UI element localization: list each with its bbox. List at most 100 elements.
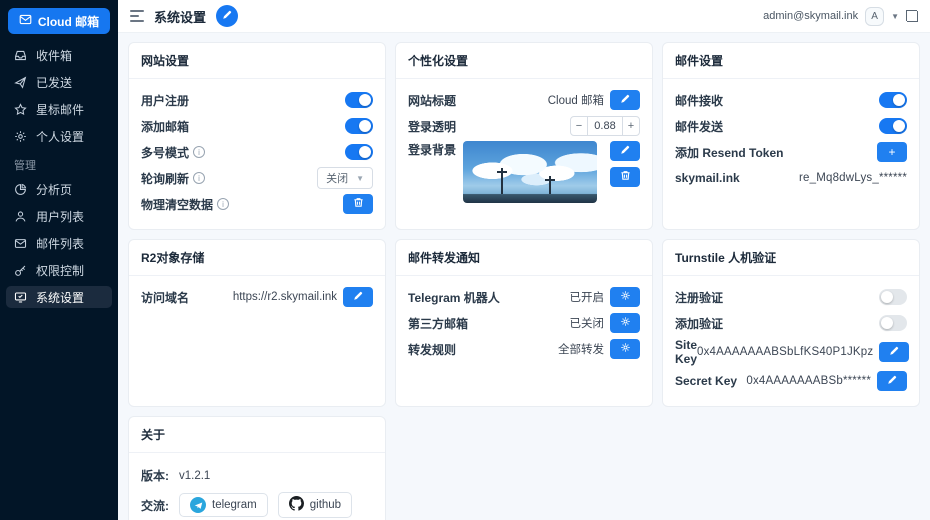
add-verify-toggle[interactable] [879,315,907,331]
add-mailbox-toggle[interactable] [345,118,373,134]
edit-r2-domain-button[interactable] [343,287,373,307]
telegram-bot-status: 已开启 [569,292,605,304]
telegram-link-button[interactable]: telegram [179,493,268,517]
info-icon[interactable]: i [193,172,206,184]
add-resend-token-button[interactable]: + [877,142,907,162]
setting-label: 物理清空数据 [141,197,214,212]
edit-title-button[interactable] [216,5,239,27]
edit-secret-key-button[interactable] [877,371,907,391]
setting-label: 邮件发送 [675,119,724,134]
setting-row-forward-rule: 转发规则 全部转发 [408,338,640,360]
sidebar-item-label: 邮件列表 [36,236,85,251]
collapse-sidebar-icon[interactable] [130,10,144,22]
sidebar-item-label: 用户列表 [36,209,85,224]
brand-button[interactable]: Cloud 邮箱 [8,8,110,34]
site-title-value: Cloud 邮箱 [547,95,604,107]
setting-label: 轮询刷新 [141,171,190,186]
setting-row-secret-key: Secret Key 0x4AAAAAAABSb****** [675,370,907,392]
register-verify-toggle[interactable] [879,289,907,305]
sidebar-item-permissions[interactable]: 权限控制 [6,259,112,281]
sidebar-item-inbox[interactable]: 收件箱 [6,44,112,66]
github-icon [288,496,304,514]
setting-row-telegram-bot: Telegram 机器人 已开启 [408,286,640,308]
pencil-icon [222,7,232,25]
setting-row-purge-data: 物理清空数据 i [141,193,373,215]
sidebar-item-sent[interactable]: 已发送 [6,71,112,93]
sidebar-item-label: 星标邮件 [36,102,85,117]
pencil-icon [889,345,899,359]
contact-label: 交流: [141,498,169,513]
setting-label: 转发规则 [408,342,457,357]
setting-row-token-domain: skymail.ink re_Mq8dwLys_****** [675,167,907,189]
star-icon [14,102,27,116]
setting-label: Secret Key [675,374,738,388]
third-party-status: 已关闭 [569,318,605,330]
info-icon[interactable]: i [193,146,206,158]
card-turnstile: Turnstile 人机验证 注册验证 添加验证 Site Key 0x4AAA… [662,239,920,407]
card-title: 个性化设置 [396,43,652,79]
setting-label: 注册验证 [675,290,724,305]
setting-label: 第三方邮箱 [408,316,469,331]
pencil-icon [887,374,897,388]
login-background-image [463,141,597,203]
setting-label: 用户注册 [141,93,190,108]
delete-background-button[interactable] [610,167,640,187]
mail-icon [19,13,32,29]
key-icon [14,264,27,277]
stepper-value[interactable]: 0.88 [588,116,622,136]
sidebar-item-analytics[interactable]: 分析页 [6,178,112,200]
sidebar-item-label: 已发送 [36,75,73,90]
purge-data-button[interactable] [343,194,373,214]
sidebar-item-user-list[interactable]: 用户列表 [6,205,112,227]
send-icon [14,76,27,89]
third-party-settings-button[interactable] [610,313,640,333]
chevron-down-icon: ▼ [356,173,364,183]
setting-label: 添加邮箱 [141,119,190,134]
user-register-toggle[interactable] [345,92,373,108]
edit-site-title-button[interactable] [610,90,640,110]
sidebar-item-starred[interactable]: 星标邮件 [6,98,112,120]
setting-row-login-opacity: 登录透明 − 0.88 + [408,115,640,137]
monitor-icon [14,291,27,304]
about-version-row: 版本: v1.2.1 [141,467,373,484]
setting-row-login-background: 登录背景 [408,141,640,203]
github-link-button[interactable]: github [277,492,353,518]
telegram-bot-settings-button[interactable] [610,287,640,307]
r2-domain-value: https://r2.skymail.ink [232,291,337,303]
setting-row-add-verify: 添加验证 [675,312,907,334]
setting-row-add-mailbox: 添加邮箱 [141,115,373,137]
card-r2-storage: R2对象存储 访问域名 https://r2.skymail.ink [128,239,386,407]
pencil-icon [620,144,630,158]
sidebar-item-personal-settings[interactable]: 个人设置 [6,125,112,147]
telegram-icon [190,497,206,513]
caret-down-icon[interactable]: ▼ [891,12,899,21]
fullscreen-icon[interactable] [906,10,918,22]
forward-rule-settings-button[interactable] [610,339,640,359]
setting-label: 多号模式 [141,145,190,160]
secret-key-value: 0x4AAAAAAABSb****** [746,375,871,387]
edit-background-button[interactable] [610,141,640,161]
inbox-icon [14,49,27,62]
pie-chart-icon [14,183,27,196]
pencil-icon [620,93,630,107]
multi-account-toggle[interactable] [345,144,373,160]
login-opacity-stepper: − 0.88 + [570,116,640,136]
edit-site-key-button[interactable] [879,342,910,362]
sidebar-item-label: 系统设置 [36,290,85,305]
avatar[interactable]: A [865,6,885,26]
sidebar-item-label: 个人设置 [36,129,85,144]
stepper-decrease-button[interactable]: − [570,116,588,136]
mail-send-toggle[interactable] [879,118,907,134]
polling-refresh-select[interactable]: 关闭 ▼ [317,167,373,189]
mail-receive-toggle[interactable] [879,92,907,108]
gear-icon [14,130,27,143]
sidebar-item-label: 分析页 [36,182,73,197]
stepper-increase-button[interactable]: + [622,116,640,136]
info-icon[interactable]: i [217,198,230,210]
gear-icon [620,316,631,330]
setting-label: skymail.ink [675,171,740,185]
mail-icon [14,237,27,250]
top-header: 系统设置 admin@skymail.ink A ▼ [118,0,930,33]
sidebar-item-mail-list[interactable]: 邮件列表 [6,232,112,254]
sidebar-item-system-settings[interactable]: 系统设置 [6,286,112,308]
